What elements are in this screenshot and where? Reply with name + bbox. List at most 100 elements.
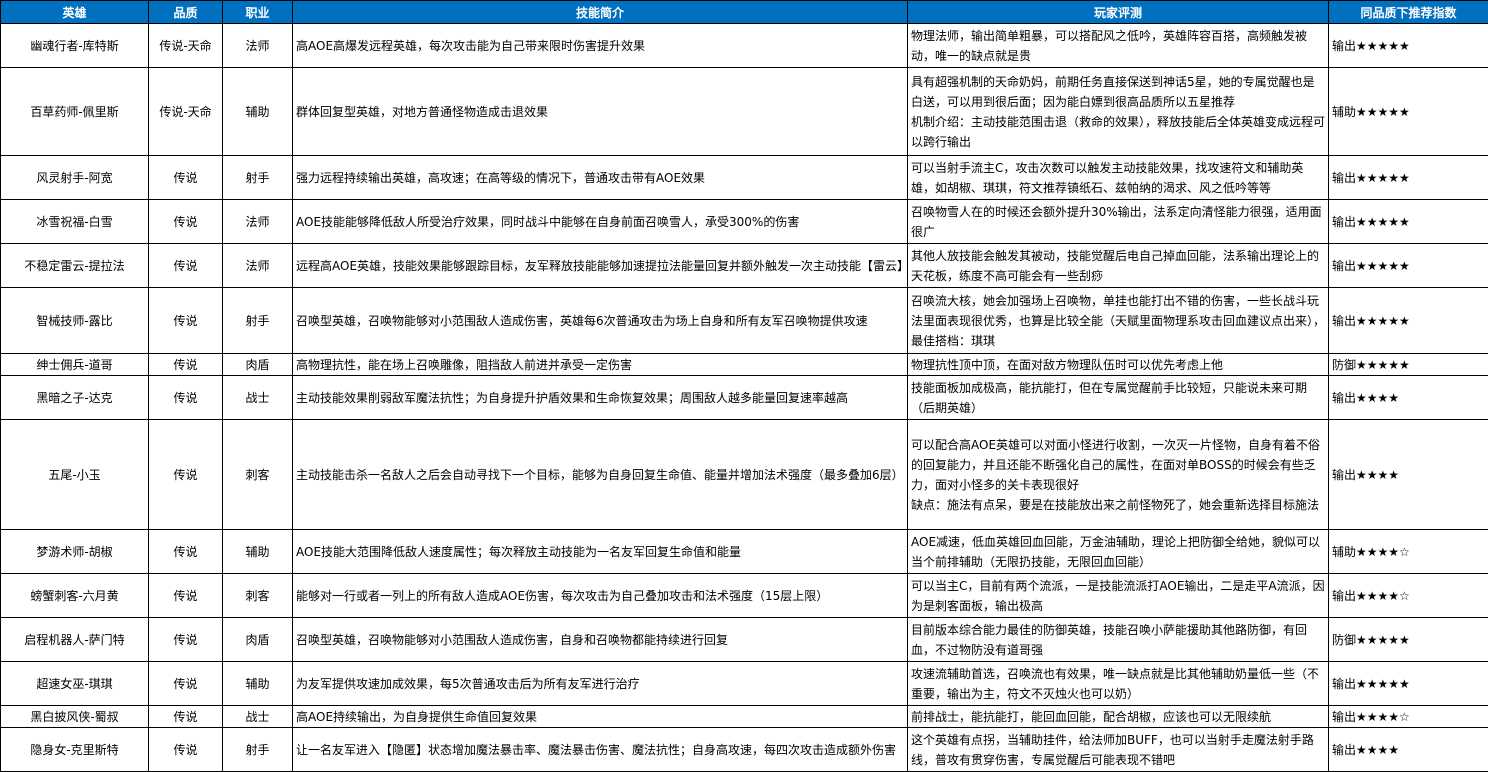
review-paragraph: 物理法师，输出简单粗暴，可以搭配风之低吟，英雄阵容百搭，高频触发被动，唯一的缺点… <box>911 26 1325 66</box>
role-cell: 战士 <box>223 376 293 420</box>
quality-cell: 传说 <box>149 244 223 288</box>
skill-cell: 主动技能击杀一名敌人之后会自动寻找下一个目标，能够为自身回复生命值、能量并增加法… <box>293 420 908 530</box>
rating-cell: 输出★★★★ <box>1329 376 1488 420</box>
rating-cell: 防御★★★★★ <box>1329 618 1488 662</box>
review-paragraph: 前排战士，能抗能打，能回血回能，配合胡椒，应该也可以无限续航 <box>911 707 1325 727</box>
header-role: 职业 <box>223 1 293 24</box>
rating-cell: 输出★★★★ <box>1329 420 1488 530</box>
header-skill: 技能简介 <box>293 1 908 24</box>
role-cell: 射手 <box>223 156 293 200</box>
header-review: 玩家评测 <box>908 1 1329 24</box>
skill-cell: 高物理抗性，能在场上召唤雕像，阻挡敌人前进并承受一定伤害 <box>293 354 908 376</box>
hero-cell: 风灵射手-阿宽 <box>1 156 149 200</box>
quality-cell: 传说 <box>149 662 223 706</box>
quality-cell: 传说 <box>149 706 223 728</box>
hero-cell: 螃蟹刺客-六月黄 <box>1 574 149 618</box>
rating-cell: 输出★★★★★ <box>1329 288 1488 354</box>
review-paragraph: 召唤流大核，她会加强场上召唤物，单挂也能打出不错的伤害，一些长战斗玩法里面表现很… <box>911 291 1325 351</box>
review-cell: 召唤物雪人在的时候还会额外提升30%输出，法系定向清怪能力很强，适用面很广 <box>908 200 1329 244</box>
skill-cell: 召唤型英雄，召唤物能够对小范围敌人造成伤害，英雄每6次普通攻击为场上自身和所有友… <box>293 288 908 354</box>
review-cell: 物理抗性顶中顶，在面对敌方物理队伍时可以优先考虑上他 <box>908 354 1329 376</box>
role-cell: 刺客 <box>223 420 293 530</box>
hero-cell: 黑暗之子-达克 <box>1 376 149 420</box>
skill-cell: 能够对一行或者一列上的所有敌人造成AOE伤害，每次攻击为自己叠加攻击和法术强度（… <box>293 574 908 618</box>
rating-cell: 输出★★★★★ <box>1329 24 1488 68</box>
header-row: 英雄 品质 职业 技能简介 玩家评测 同品质下推荐指数 <box>1 1 1488 24</box>
role-cell: 刺客 <box>223 574 293 618</box>
hero-cell: 幽魂行者-库特斯 <box>1 24 149 68</box>
role-cell: 法师 <box>223 244 293 288</box>
review-paragraph: 技能面板加成极高，能抗能打，但在专属觉醒前手比较短，只能说未来可期（后期英雄） <box>911 378 1325 418</box>
quality-cell: 传说-天命 <box>149 24 223 68</box>
review-cell: 其他人放技能会触发其被动，技能觉醒后电自己掉血回能，法系输出理论上的天花板，练度… <box>908 244 1329 288</box>
header-hero: 英雄 <box>1 1 149 24</box>
role-cell: 法师 <box>223 200 293 244</box>
rating-cell: 输出★★★★☆ <box>1329 574 1488 618</box>
hero-cell: 智械技师-露比 <box>1 288 149 354</box>
quality-cell: 传说 <box>149 200 223 244</box>
rating-cell: 输出★★★★★ <box>1329 244 1488 288</box>
rating-cell: 防御★★★★★ <box>1329 354 1488 376</box>
review-cell: 前排战士，能抗能打，能回血回能，配合胡椒，应该也可以无限续航 <box>908 706 1329 728</box>
rating-cell: 输出★★★★★ <box>1329 156 1488 200</box>
hero-cell: 梦游术师-胡椒 <box>1 530 149 574</box>
review-cell: 攻速流辅助首选，召唤流也有效果，唯一缺点就是比其他辅助奶量低一些（不重要，输出为… <box>908 662 1329 706</box>
role-cell: 战士 <box>223 706 293 728</box>
review-paragraph: 物理抗性顶中顶，在面对敌方物理队伍时可以优先考虑上他 <box>911 355 1325 375</box>
review-paragraph: 其他人放技能会触发其被动，技能觉醒后电自己掉血回能，法系输出理论上的天花板，练度… <box>911 246 1325 286</box>
review-cell: 可以当射手流主C，攻击次数可以触发主动技能效果，找攻速符文和辅助英雄，如胡椒、琪… <box>908 156 1329 200</box>
hero-cell: 不稳定雷云-提拉法 <box>1 244 149 288</box>
skill-cell: 为友军提供攻速加成效果，每5次普通攻击后为所有友军进行治疗 <box>293 662 908 706</box>
skill-cell: 远程高AOE英雄，技能效果能够跟踪目标，友军释放技能能够加速提拉法能量回复并额外… <box>293 244 908 288</box>
rating-cell: 输出★★★★★ <box>1329 662 1488 706</box>
table-row: 不稳定雷云-提拉法传说法师远程高AOE英雄，技能效果能够跟踪目标，友军释放技能能… <box>1 244 1488 288</box>
table-row: 螃蟹刺客-六月黄传说刺客能够对一行或者一列上的所有敌人造成AOE伤害，每次攻击为… <box>1 574 1488 618</box>
review-cell: 具有超强机制的天命奶妈，前期任务直接保送到神话5星，她的专属觉醒也是白送，可以用… <box>908 68 1329 156</box>
hero-cell: 超速女巫-琪琪 <box>1 662 149 706</box>
table-row: 梦游术师-胡椒传说辅助AOE技能大范围降低敌人速度属性；每次释放主动技能为一名友… <box>1 530 1488 574</box>
skill-cell: 高AOE高爆发远程英雄，每次攻击能为自己带来限时伤害提升效果 <box>293 24 908 68</box>
quality-cell: 传说 <box>149 376 223 420</box>
rating-cell: 辅助★★★★☆ <box>1329 530 1488 574</box>
rating-cell: 输出★★★★★ <box>1329 200 1488 244</box>
role-cell: 法师 <box>223 24 293 68</box>
quality-cell: 传说 <box>149 288 223 354</box>
review-paragraph: 可以当射手流主C，攻击次数可以触发主动技能效果，找攻速符文和辅助英雄，如胡椒、琪… <box>911 158 1325 198</box>
table-row: 绅士佣兵-道哥传说肉盾高物理抗性，能在场上召唤雕像，阻挡敌人前进并承受一定伤害物… <box>1 354 1488 376</box>
review-cell: 可以配合高AOE英雄可以对面小怪进行收割，一次灭一片怪物，自身有着不俗的回复能力… <box>908 420 1329 530</box>
review-cell: 这个英雄有点拐，当辅助挂件，给法师加BUFF，也可以当射手走魔法射手路线，普攻有… <box>908 728 1329 772</box>
review-paragraph: 可以当主C，目前有两个流派，一是技能流派打AOE输出，二是走平A流派，因为是刺客… <box>911 576 1325 616</box>
table-row: 幽魂行者-库特斯传说-天命法师高AOE高爆发远程英雄，每次攻击能为自己带来限时伤… <box>1 24 1488 68</box>
role-cell: 辅助 <box>223 530 293 574</box>
hero-cell: 黑白披风侠-蜀叔 <box>1 706 149 728</box>
hero-cell: 冰雪祝福-白雪 <box>1 200 149 244</box>
review-paragraph: 召唤物雪人在的时候还会额外提升30%输出，法系定向清怪能力很强，适用面很广 <box>911 202 1325 242</box>
review-paragraph: 可以配合高AOE英雄可以对面小怪进行收割，一次灭一片怪物，自身有着不俗的回复能力… <box>911 435 1325 495</box>
review-paragraph: 缺点：施法有点呆，要是在技能放出来之前怪物死了，她会重新选择目标施法 <box>911 495 1325 515</box>
table-row: 冰雪祝福-白雪传说法师AOE技能能够降低敌人所受治疗效果，同时战斗中能够在自身前… <box>1 200 1488 244</box>
quality-cell: 传说 <box>149 156 223 200</box>
rating-cell: 辅助★★★★★ <box>1329 68 1488 156</box>
role-cell: 射手 <box>223 728 293 772</box>
quality-cell: 传说 <box>149 728 223 772</box>
quality-cell: 传说 <box>149 574 223 618</box>
skill-cell: 群体回复型英雄，对地方普通怪物造成击退效果 <box>293 68 908 156</box>
table-row: 智械技师-露比传说射手召唤型英雄，召唤物能够对小范围敌人造成伤害，英雄每6次普通… <box>1 288 1488 354</box>
hero-cell: 百草药师-佩里斯 <box>1 68 149 156</box>
role-cell: 肉盾 <box>223 354 293 376</box>
hero-cell: 五尾-小玉 <box>1 420 149 530</box>
review-cell: 技能面板加成极高，能抗能打，但在专属觉醒前手比较短，只能说未来可期（后期英雄） <box>908 376 1329 420</box>
rating-cell: 输出★★★★ <box>1329 728 1488 772</box>
review-paragraph: AOE减速，低血英雄回血回能，万金油辅助，理论上把防御全给她，貌似可以当个前排辅… <box>911 532 1325 572</box>
quality-cell: 传说 <box>149 420 223 530</box>
header-rating: 同品质下推荐指数 <box>1329 1 1488 24</box>
quality-cell: 传说 <box>149 530 223 574</box>
header-quality: 品质 <box>149 1 223 24</box>
table-row: 超速女巫-琪琪传说辅助为友军提供攻速加成效果，每5次普通攻击后为所有友军进行治疗… <box>1 662 1488 706</box>
table-row: 五尾-小玉传说刺客主动技能击杀一名敌人之后会自动寻找下一个目标，能够为自身回复生… <box>1 420 1488 530</box>
skill-cell: AOE技能能够降低敌人所受治疗效果，同时战斗中能够在自身前面召唤雪人，承受300… <box>293 200 908 244</box>
review-paragraph: 目前版本综合能力最佳的防御英雄，技能召唤小萨能援助其他路防御，有回血，不过物防没… <box>911 620 1325 660</box>
hero-cell: 隐身女-克里斯特 <box>1 728 149 772</box>
role-cell: 辅助 <box>223 662 293 706</box>
role-cell: 射手 <box>223 288 293 354</box>
